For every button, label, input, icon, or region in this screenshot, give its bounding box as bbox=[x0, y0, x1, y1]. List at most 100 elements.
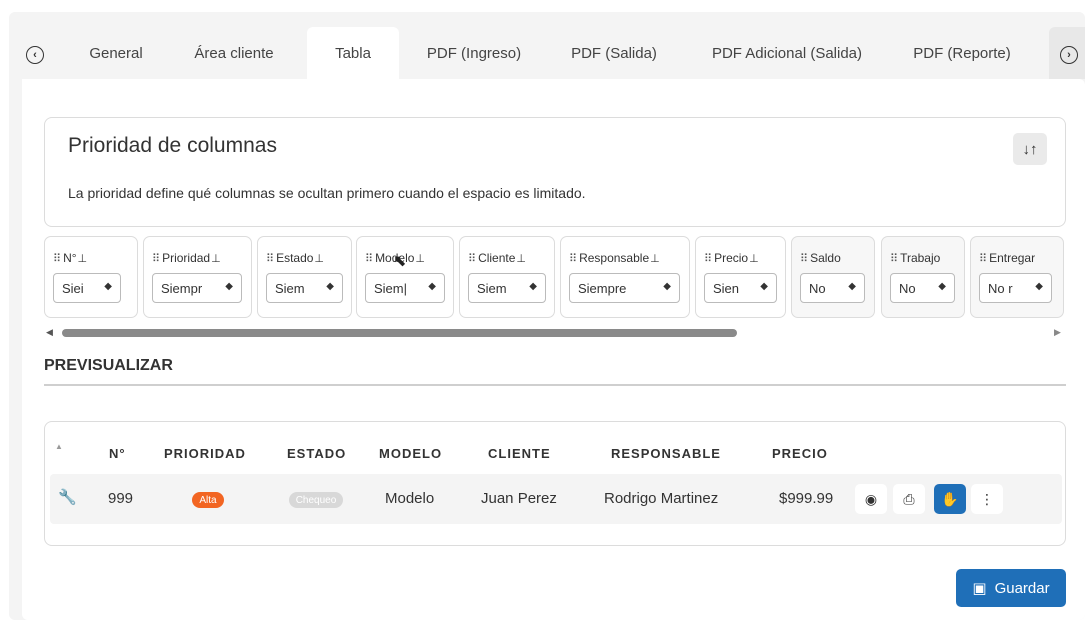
tab-general[interactable]: General bbox=[71, 27, 161, 79]
column-chip[interactable]: ⠿ Precio⊥ Sien ◆ bbox=[695, 236, 786, 318]
horizontal-scrollbar[interactable]: ◀ ▶ bbox=[44, 327, 1066, 339]
column-chip[interactable]: ⠿ Saldo No ◆ bbox=[791, 236, 875, 318]
column-name: Saldo bbox=[810, 251, 841, 265]
scroll-left-arrow-icon[interactable]: ◀ bbox=[46, 327, 53, 338]
drag-handle-icon[interactable]: ⠿ bbox=[152, 253, 160, 265]
drag-handle-icon[interactable]: ⠿ bbox=[365, 253, 373, 265]
cell-modelo: Modelo bbox=[385, 490, 435, 507]
drag-handle-icon[interactable]: ⠿ bbox=[266, 253, 274, 265]
sort-indicator-icon[interactable]: ▲ bbox=[55, 442, 63, 451]
column-priority-card: Prioridad de columnas La prioridad defin… bbox=[44, 117, 1066, 227]
mouse-cursor-icon: ⬉ bbox=[393, 253, 407, 270]
handshake-icon[interactable]: ✋ bbox=[934, 484, 966, 514]
tab-area-cliente[interactable]: Área cliente bbox=[179, 27, 289, 79]
select-caret-icon: ◆ bbox=[848, 281, 856, 292]
drag-handle-icon[interactable]: ⠿ bbox=[704, 253, 712, 265]
more-icon[interactable]: ⋮ bbox=[971, 484, 1003, 514]
column-chip-label: ⠿ Precio⊥ bbox=[704, 251, 759, 265]
column-chip-label: ⠿ Saldo bbox=[800, 251, 841, 265]
cell-cliente: Juan Perez bbox=[481, 490, 557, 507]
column-priority-select[interactable]: Siem ◆ bbox=[468, 273, 546, 303]
save-icon: ▣ bbox=[972, 580, 987, 597]
column-chip[interactable]: ⠿ Prioridad⊥ Siempr ◆ bbox=[143, 236, 252, 318]
drag-handle-icon[interactable]: ⠿ bbox=[979, 253, 987, 265]
pin-icon[interactable]: ⊥ bbox=[516, 253, 526, 265]
column-name: N° bbox=[63, 251, 77, 265]
column-chip[interactable]: ⠿ Cliente⊥ Siem ◆ bbox=[459, 236, 555, 318]
tab-pdf-ingreso[interactable]: PDF (Ingreso) bbox=[414, 27, 534, 79]
cell-responsable: Rodrigo Martinez bbox=[604, 490, 719, 507]
column-priority-select[interactable]: No ◆ bbox=[800, 273, 865, 303]
column-priority-select[interactable]: Siem ◆ bbox=[266, 273, 343, 303]
column-chip[interactable]: ⠿ Entregar No r ◆ bbox=[970, 236, 1064, 318]
column-chip-label: ⠿ Estado⊥ bbox=[266, 251, 324, 265]
select-value: Sien bbox=[713, 280, 740, 296]
scroll-right-arrow-icon[interactable]: ▶ bbox=[1054, 327, 1061, 338]
select-value: Siei bbox=[62, 280, 84, 296]
column-priority-select[interactable]: Siempr ◆ bbox=[152, 273, 242, 303]
column-name: Prioridad bbox=[162, 251, 211, 265]
drag-handle-icon[interactable]: ⠿ bbox=[890, 253, 898, 265]
pin-icon[interactable]: ⊥ bbox=[78, 253, 88, 265]
tab-label: PDF (Ingreso) bbox=[426, 44, 522, 62]
tab-pdf-reporte[interactable]: PDF (Reporte) bbox=[902, 27, 1022, 79]
tab-tabla[interactable]: Tabla bbox=[307, 27, 399, 79]
select-value: Siempre bbox=[578, 280, 627, 296]
column-chip[interactable]: ⠿ Responsable⊥ Siempre ◆ bbox=[560, 236, 690, 318]
column-name: Estado bbox=[276, 251, 314, 265]
column-chip[interactable]: ⠿ Modelo⊥ Siem| ◆ bbox=[356, 236, 454, 318]
tabs-scroll-right-icon[interactable]: › bbox=[1060, 46, 1078, 64]
tab-pdf-salida[interactable]: PDF (Salida) bbox=[559, 27, 669, 79]
pin-icon[interactable]: ⊥ bbox=[650, 253, 660, 265]
wrench-icon[interactable]: 🔧 bbox=[58, 488, 77, 506]
priority-badge: Alta bbox=[192, 492, 224, 508]
drag-handle-icon[interactable]: ⠿ bbox=[569, 253, 577, 265]
save-label: Guardar bbox=[994, 579, 1050, 597]
pin-icon[interactable]: ⊥ bbox=[415, 253, 425, 265]
tab-pdf-adicional-salida[interactable]: PDF Adicional (Salida) bbox=[697, 27, 877, 79]
cell-num: 999 bbox=[108, 490, 134, 507]
select-value: Siem bbox=[477, 280, 507, 296]
tab-label: PDF (Salida) bbox=[571, 44, 657, 62]
cell-precio: $999.99 bbox=[779, 490, 834, 507]
preview-divider bbox=[44, 384, 1066, 386]
column-priority-select[interactable]: No ◆ bbox=[890, 273, 955, 303]
tab-bar: ‹ General Área cliente Tabla PDF (Ingres… bbox=[9, 27, 1085, 79]
column-chip[interactable]: ⠿ Estado⊥ Siem ◆ bbox=[257, 236, 352, 318]
eye-icon[interactable]: ◉ bbox=[855, 484, 887, 514]
scrollbar-thumb[interactable] bbox=[62, 329, 737, 337]
column-priority-select[interactable]: No r ◆ bbox=[979, 273, 1052, 303]
column-name: Trabajo bbox=[900, 251, 941, 265]
sort-arrows-icon[interactable]: ↓↑ bbox=[1013, 133, 1047, 165]
save-button[interactable]: ▣ Guardar bbox=[956, 569, 1066, 607]
select-caret-icon: ◆ bbox=[529, 281, 537, 292]
drag-handle-icon[interactable]: ⠿ bbox=[53, 253, 61, 265]
pin-icon[interactable]: ⊥ bbox=[211, 253, 221, 265]
tabs-scroll-left-icon[interactable]: ‹ bbox=[26, 46, 44, 64]
header-modelo[interactable]: MODELO bbox=[379, 446, 442, 461]
header-prioridad[interactable]: PRIORIDAD bbox=[164, 446, 246, 461]
print-icon[interactable]: ⎙ bbox=[893, 484, 925, 514]
priority-title: Prioridad de columnas bbox=[68, 134, 277, 157]
drag-handle-icon[interactable]: ⠿ bbox=[800, 253, 808, 265]
header-cliente[interactable]: CLIENTE bbox=[488, 446, 551, 461]
column-priority-select[interactable]: Siempre ◆ bbox=[569, 273, 680, 303]
select-caret-icon: ◆ bbox=[760, 281, 768, 292]
header-responsable[interactable]: RESPONSABLE bbox=[611, 446, 721, 461]
column-priority-select[interactable]: Sien ◆ bbox=[704, 273, 777, 303]
select-value: No r bbox=[988, 280, 1013, 296]
header-precio[interactable]: PRECIO bbox=[772, 446, 828, 461]
pin-icon[interactable]: ⊥ bbox=[749, 253, 759, 265]
column-chip-label: ⠿ Prioridad⊥ bbox=[152, 251, 221, 265]
column-chip-label: ⠿ Entregar bbox=[979, 251, 1035, 265]
table-row[interactable]: 🔧 999 Alta Chequeo Modelo Juan Perez Rod… bbox=[50, 474, 1062, 524]
header-num[interactable]: N° bbox=[109, 446, 126, 461]
column-chip-label: ⠿ Cliente⊥ bbox=[468, 251, 526, 265]
header-estado[interactable]: ESTADO bbox=[287, 446, 346, 461]
drag-handle-icon[interactable]: ⠿ bbox=[468, 253, 476, 265]
column-priority-select[interactable]: Siei ◆ bbox=[53, 273, 121, 303]
column-priority-select[interactable]: Siem| ◆ bbox=[365, 273, 445, 303]
column-chip[interactable]: ⠿ N°⊥ Siei ◆ bbox=[44, 236, 138, 318]
column-chip[interactable]: ⠿ Trabajo No ◆ bbox=[881, 236, 965, 318]
pin-icon[interactable]: ⊥ bbox=[314, 253, 324, 265]
